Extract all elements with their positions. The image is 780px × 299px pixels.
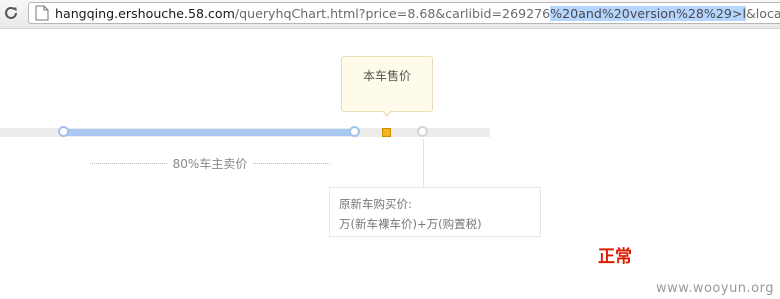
url-rest: &localid=l&r — [745, 5, 780, 21]
info-connector-line — [423, 139, 424, 187]
url-path: /queryhqChart.html?price=8.68&carlibid=2… — [234, 5, 551, 21]
watermark-text: www.wooyun.org — [656, 281, 775, 296]
new-car-price-title: 原新车购买价: — [339, 197, 412, 211]
address-bar[interactable]: hangqing.ershouche.58.com/queryhqChart.h… — [28, 2, 780, 24]
price-tooltip-label: 本车售价 — [362, 69, 411, 83]
url-domain: hangqing.ershouche.58.com — [55, 5, 235, 21]
url-selected-text: %20and%20version%28%29>l — [550, 5, 746, 21]
new-car-price-handle[interactable] — [417, 126, 428, 137]
dotted-divider-right — [253, 162, 330, 164]
new-car-price-detail: 万(新车裸车价)+万(购置税) — [339, 217, 482, 231]
current-price-marker — [382, 128, 391, 137]
url-text: hangqing.ershouche.58.com/queryhqChart.h… — [55, 5, 780, 21]
owner-price-range-label: 80%车主卖价 — [90, 155, 330, 171]
price-tooltip-arrow-fill — [383, 110, 391, 115]
price-tooltip: 本车售价 — [341, 56, 433, 112]
reload-button[interactable] — [2, 4, 20, 22]
page-icon — [35, 5, 49, 21]
price-range-fill — [64, 129, 356, 136]
range-end-handle[interactable] — [349, 126, 360, 137]
reload-icon — [5, 6, 17, 19]
new-car-price-info-box: 原新车购买价: 万(新车裸车价)+万(购置税) — [329, 187, 541, 237]
page: hangqing.ershouche.58.com/queryhqChart.h… — [0, 0, 780, 299]
status-text: 正常 — [598, 247, 632, 267]
owner-price-percent-label: 80%车主卖价 — [172, 156, 248, 171]
range-start-handle[interactable] — [58, 126, 69, 137]
dotted-divider-left — [90, 162, 167, 164]
browser-toolbar: hangqing.ershouche.58.com/queryhqChart.h… — [0, 0, 780, 29]
